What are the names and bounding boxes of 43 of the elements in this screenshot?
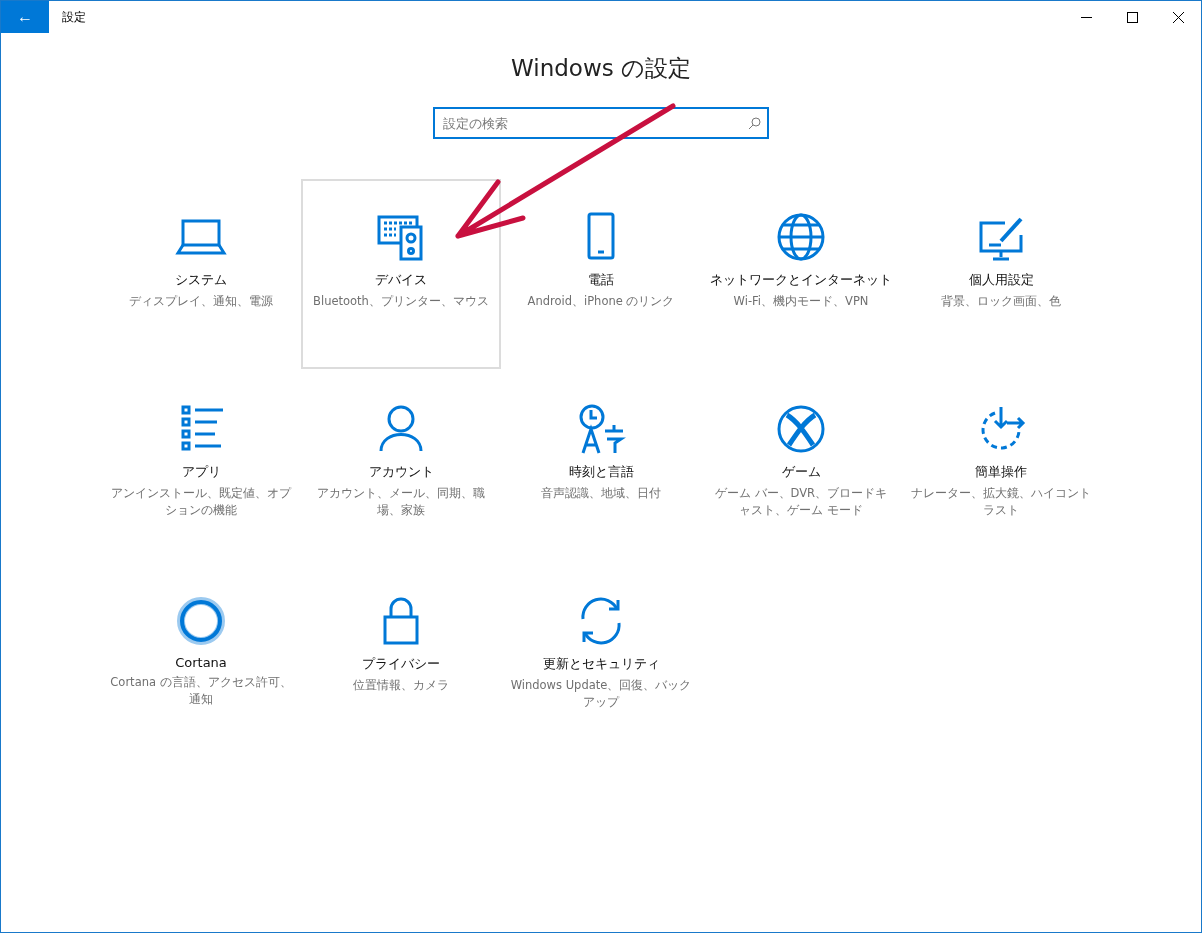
settings-tile[interactable]: 時刻と言語 音声認識、地域、日付 [501, 371, 701, 561]
tile-title: ネットワークとインターネット [710, 271, 892, 289]
tile-description: 位置情報、カメラ [352, 677, 450, 694]
window-title: 設定 [62, 8, 86, 26]
tile-title: 時刻と言語 [568, 463, 634, 481]
settings-tile[interactable]: アプリ アンインストール、既定値、オプションの機能 [101, 371, 301, 561]
tile-title: 電話 [588, 271, 614, 289]
settings-tile[interactable]: システム ディスプレイ、通知、電源 [101, 179, 301, 369]
tile-title: ゲーム [781, 463, 821, 481]
search-field[interactable]: 設定の検索 [433, 107, 769, 139]
tile-description: Windows Update、回復、バックアップ [509, 677, 693, 711]
settings-tile[interactable]: 電話 Android、iPhone のリンク [501, 179, 701, 369]
settings-tile[interactable]: Cortana Cortana の言語、アクセス許可、通知 [101, 563, 301, 753]
tile-title: 簡単操作 [975, 463, 1027, 481]
settings-tile[interactable]: 個人用設定 背景、ロック画面、色 [901, 179, 1101, 369]
settings-tile[interactable]: ゲーム ゲーム バー、DVR、ブロードキャスト、ゲーム モード [701, 371, 901, 561]
tile-description: Android、iPhone のリンク [526, 293, 676, 310]
tile-description: アンインストール、既定値、オプションの機能 [110, 485, 293, 519]
tile-description: ナレーター、拡大鏡、ハイコントラスト [910, 485, 1092, 519]
tile-description: 音声認識、地域、日付 [540, 485, 662, 502]
tile-description: Cortana の言語、アクセス許可、通知 [109, 674, 293, 708]
tile-description: アカウント、メール、同期、職場、家族 [316, 485, 486, 519]
settings-tile[interactable]: プライバシー 位置情報、カメラ [301, 563, 501, 753]
tile-description: ゲーム バー、DVR、ブロードキャスト、ゲーム モード [713, 485, 889, 519]
settings-tile[interactable]: デバイス Bluetooth、プリンター、マウス [301, 179, 501, 369]
tile-description: ディスプレイ、通知、電源 [128, 293, 274, 310]
tile-title: アカウント [368, 463, 434, 481]
tile-title: Cortana [175, 655, 227, 670]
back-button[interactable]: ← [1, 1, 49, 33]
tile-title: プライバシー [362, 655, 440, 673]
settings-tile[interactable]: アカウント アカウント、メール、同期、職場、家族 [301, 371, 501, 561]
tile-title: アプリ [181, 463, 221, 481]
page-heading: Windows の設定 [510, 54, 692, 83]
settings-tile[interactable]: 簡単操作 ナレーター、拡大鏡、ハイコントラスト [901, 371, 1101, 561]
tile-description: Bluetooth、プリンター、マウス [312, 293, 490, 310]
tile-title: 更新とセキュリティ [542, 655, 660, 673]
settings-tile[interactable]: 更新とセキュリティ Windows Update、回復、バックアップ [501, 563, 701, 753]
tile-title: デバイス [375, 271, 427, 289]
settings-tile[interactable]: ネットワークとインターネット Wi-Fi、機内モード、VPN [701, 179, 901, 369]
tile-title: 個人用設定 [968, 271, 1034, 289]
tile-title: システム [175, 271, 227, 289]
tile-description: Wi-Fi、機内モード、VPN [732, 293, 870, 310]
tile-description: 背景、ロック画面、色 [940, 293, 1062, 310]
